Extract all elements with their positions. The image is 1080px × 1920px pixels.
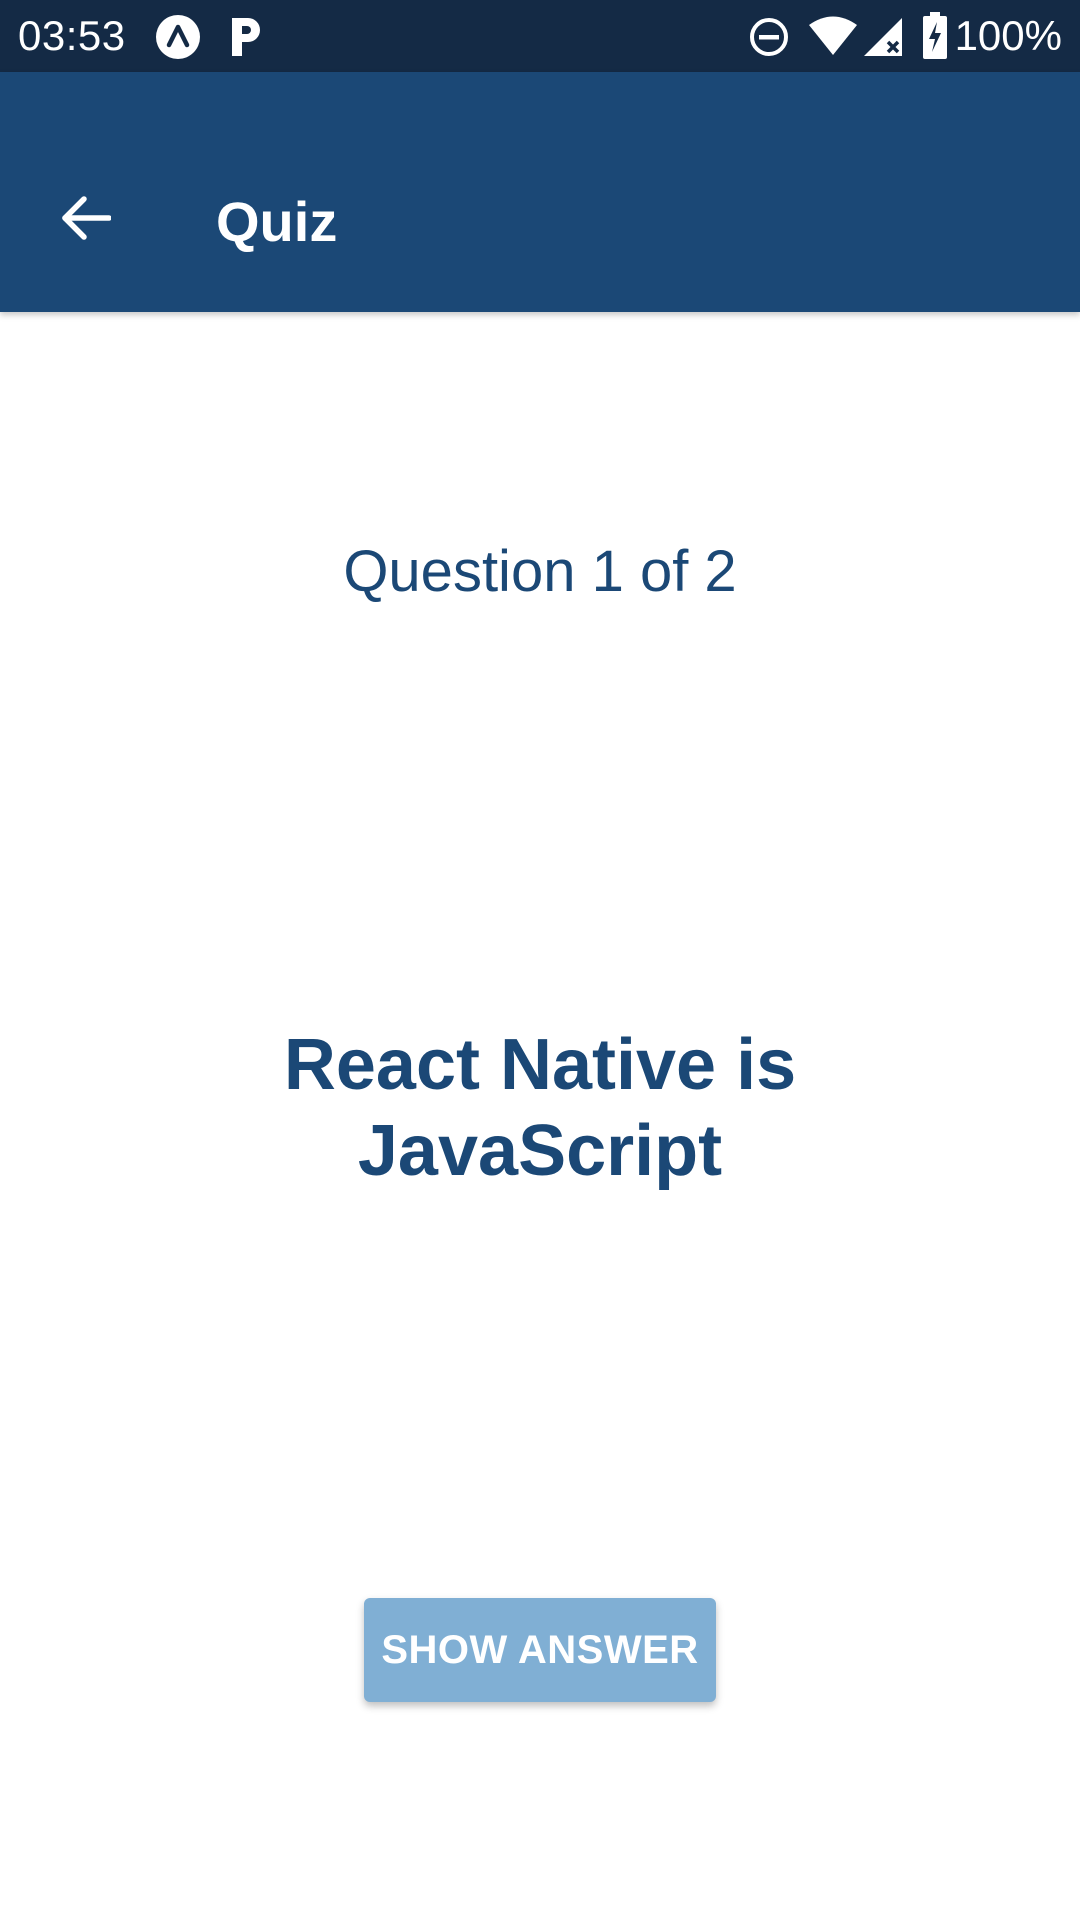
signal-icon xyxy=(862,16,904,63)
status-bar: 03:53 100% xyxy=(0,0,1080,72)
battery-charging-icon xyxy=(922,12,948,65)
battery-percent: 100% xyxy=(954,12,1062,59)
page-title: Quiz xyxy=(216,190,338,253)
expo-icon xyxy=(155,14,201,65)
status-time: 03:53 xyxy=(18,12,126,59)
p-icon xyxy=(228,14,262,65)
show-answer-button[interactable]: SHOW ANSWER xyxy=(364,1598,716,1702)
quiz-screen: 03:53 100% Quiz Question 1 of 2 React Na… xyxy=(0,0,1080,1920)
arrow-back-icon xyxy=(59,195,112,246)
back-button[interactable] xyxy=(40,175,130,265)
question-progress: Question 1 of 2 xyxy=(343,539,737,604)
wifi-icon xyxy=(808,16,858,61)
app-bar xyxy=(0,72,1080,312)
do-not-disturb-icon xyxy=(748,16,790,63)
question-text: React Native is JavaScript xyxy=(283,1025,797,1191)
